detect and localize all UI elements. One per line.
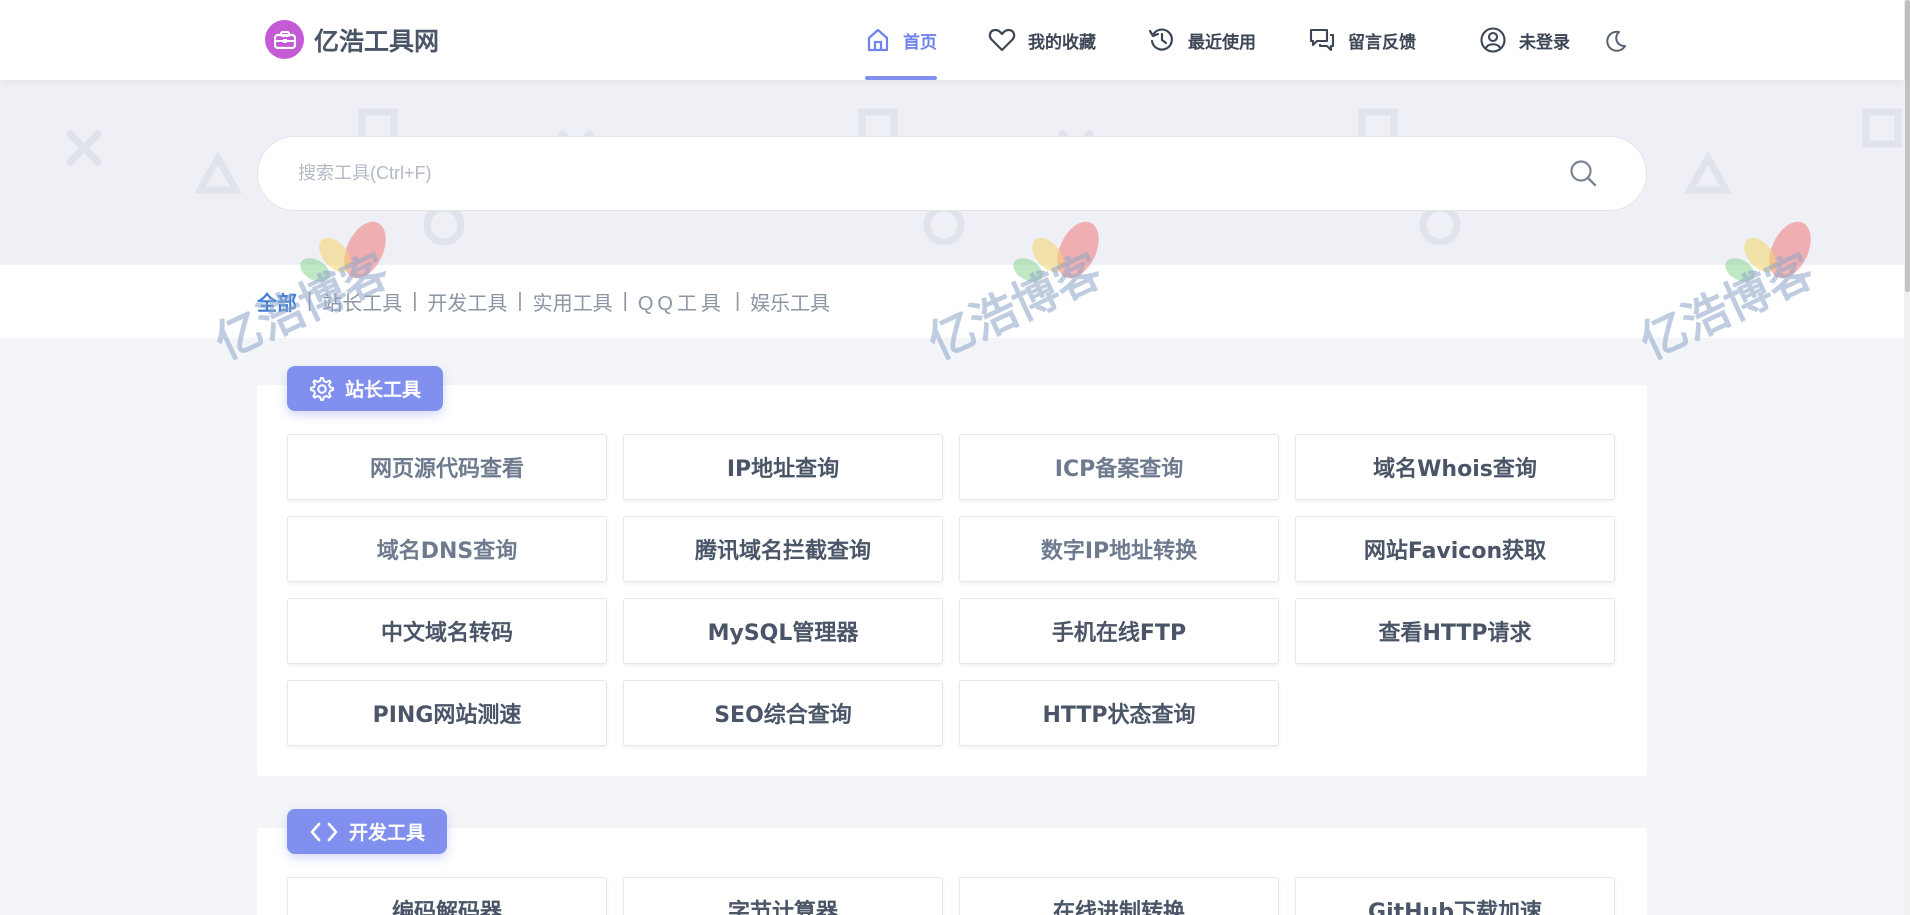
category-separator: | bbox=[734, 290, 741, 312]
heart-icon bbox=[988, 28, 1016, 52]
tool-ping[interactable]: PING网站测速 bbox=[287, 680, 607, 746]
nav-login[interactable]: 未登录 bbox=[1479, 0, 1570, 80]
section-dev-title: 开发工具 bbox=[349, 822, 426, 844]
category-dev[interactable]: 开发工具 bbox=[427, 287, 507, 316]
nav-home-label: 首页 bbox=[903, 32, 937, 53]
category-utility[interactable]: 实用工具 bbox=[533, 287, 613, 316]
code-icon bbox=[310, 822, 338, 841]
toolbox-icon bbox=[265, 20, 304, 59]
category-all[interactable]: 全部 bbox=[257, 287, 297, 316]
tool-seo[interactable]: SEO综合查询 bbox=[623, 680, 943, 746]
nav-favorites[interactable]: 我的收藏 bbox=[988, 0, 1096, 80]
tool-punycode[interactable]: 中文域名转码 bbox=[287, 598, 607, 664]
category-separator: | bbox=[622, 290, 628, 312]
nav-recent[interactable]: 最近使用 bbox=[1148, 0, 1256, 80]
tool-icp-lookup[interactable]: ICP备案查询 bbox=[959, 434, 1279, 500]
category-fun[interactable]: 娱乐工具 bbox=[750, 287, 830, 316]
tool-mobile-ftp[interactable]: 手机在线FTP bbox=[959, 598, 1279, 664]
nav-favorites-label: 我的收藏 bbox=[1028, 32, 1096, 53]
search-box bbox=[257, 136, 1647, 211]
home-icon bbox=[867, 28, 889, 52]
tool-source-viewer[interactable]: 网页源代码查看 bbox=[287, 434, 607, 500]
section-dev-badge: 开发工具 bbox=[287, 809, 448, 854]
section-webmaster-title: 站长工具 bbox=[345, 379, 422, 401]
tool-github-accelerator[interactable]: GitHub下载加速 bbox=[1295, 877, 1615, 915]
category-separator: | bbox=[412, 290, 418, 312]
section-dev-tools: 开发工具 编码解码器 字节计算器 在线进制转换 GitHub下载加速 bbox=[257, 809, 1647, 915]
tool-favicon[interactable]: 网站Favicon获取 bbox=[1295, 516, 1615, 582]
nav-feedback-label: 留言反馈 bbox=[1348, 32, 1416, 53]
gear-icon bbox=[310, 376, 334, 401]
category-bar: 全部 | 站长工具 | 开发工具 | 实用工具 | QQ工具 | 娱乐工具 bbox=[0, 265, 1904, 338]
nav-recent-label: 最近使用 bbox=[1188, 32, 1256, 53]
site-logo[interactable]: 亿浩工具网 bbox=[265, 20, 439, 59]
tool-ip-lookup[interactable]: IP地址查询 bbox=[623, 434, 943, 500]
nav-login-label: 未登录 bbox=[1519, 32, 1570, 53]
tool-tencent-block-check[interactable]: 腾讯域名拦截查询 bbox=[623, 516, 943, 582]
top-navbar: 亿浩工具网 首页 我的收藏 最近使用 留言反馈 未登录 bbox=[0, 0, 1904, 80]
history-icon bbox=[1148, 28, 1173, 51]
category-qq[interactable]: QQ工具 bbox=[638, 287, 725, 316]
tool-base-converter[interactable]: 在线进制转换 bbox=[959, 877, 1279, 915]
scrollbar-thumb[interactable] bbox=[1905, 0, 1910, 292]
user-icon bbox=[1480, 27, 1506, 53]
category-webmaster[interactable]: 站长工具 bbox=[322, 287, 402, 316]
category-separator: | bbox=[517, 290, 523, 312]
tool-ip-convert[interactable]: 数字IP地址转换 bbox=[959, 516, 1279, 582]
site-name: 亿浩工具网 bbox=[314, 26, 440, 56]
tool-encoder-decoder[interactable]: 编码解码器 bbox=[287, 877, 607, 915]
tool-whois[interactable]: 域名Whois查询 bbox=[1295, 434, 1615, 500]
section-webmaster-badge: 站长工具 bbox=[287, 366, 444, 411]
nav-feedback[interactable]: 留言反馈 bbox=[1308, 0, 1416, 80]
search-icon[interactable] bbox=[1568, 158, 1598, 188]
category-separator: | bbox=[307, 290, 313, 312]
tool-mysql-manager[interactable]: MySQL管理器 bbox=[623, 598, 943, 664]
tool-http-request[interactable]: 查看HTTP请求 bbox=[1295, 598, 1615, 664]
tool-dns-lookup[interactable]: 域名DNS查询 bbox=[287, 516, 607, 582]
section-webmaster-tools: 站长工具 网页源代码查看 IP地址查询 ICP备案查询 域名Whois查询 域名… bbox=[257, 366, 1647, 776]
tool-http-status[interactable]: HTTP状态查询 bbox=[959, 680, 1279, 746]
search-input[interactable] bbox=[298, 137, 1498, 210]
page-scrollbar[interactable] bbox=[1904, 0, 1910, 915]
moon-icon[interactable] bbox=[1604, 29, 1628, 53]
chat-icon bbox=[1309, 28, 1335, 52]
tool-byte-calculator[interactable]: 字节计算器 bbox=[623, 877, 943, 915]
nav-home[interactable]: 首页 bbox=[865, 0, 937, 80]
